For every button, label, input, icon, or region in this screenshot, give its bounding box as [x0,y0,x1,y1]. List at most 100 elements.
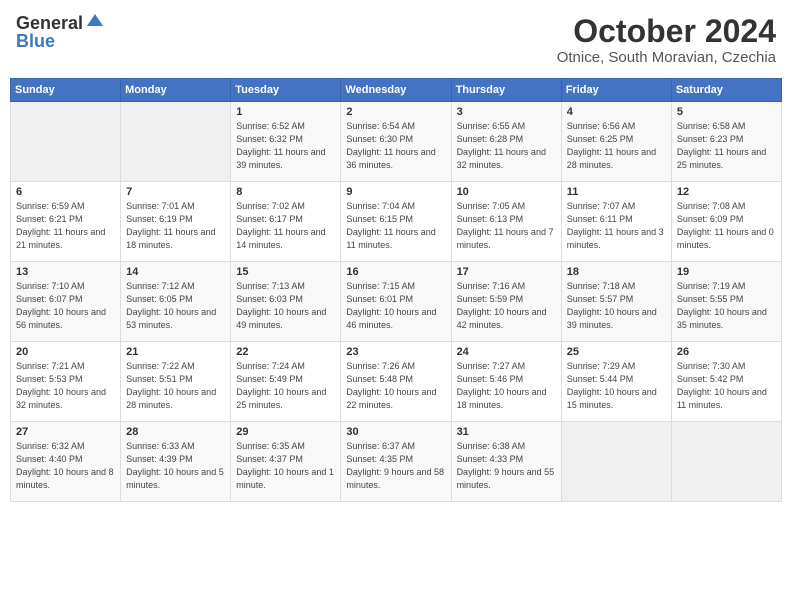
day-info: Sunrise: 7:27 AM Sunset: 5:46 PM Dayligh… [457,360,556,412]
day-info: Sunrise: 6:37 AM Sunset: 4:35 PM Dayligh… [346,440,445,492]
day-number: 19 [677,266,776,278]
day-info: Sunrise: 7:01 AM Sunset: 6:19 PM Dayligh… [126,200,225,252]
day-number: 24 [457,346,556,358]
day-cell: 14 Sunrise: 7:12 AM Sunset: 6:05 PM Dayli… [121,262,231,342]
day-cell: 15 Sunrise: 7:13 AM Sunset: 6:03 PM Dayli… [231,262,341,342]
week-row-0: 1 Sunrise: 6:52 AM Sunset: 6:32 PM Daylig… [11,102,782,182]
logo-general-text: General [16,14,83,32]
day-info: Sunrise: 7:19 AM Sunset: 5:55 PM Dayligh… [677,280,776,332]
day-cell: 1 Sunrise: 6:52 AM Sunset: 6:32 PM Daylig… [231,102,341,182]
day-number: 13 [16,266,115,278]
day-info: Sunrise: 6:38 AM Sunset: 4:33 PM Dayligh… [457,440,556,492]
day-number: 30 [346,426,445,438]
day-number: 25 [567,346,666,358]
day-number: 11 [567,186,666,198]
day-info: Sunrise: 6:55 AM Sunset: 6:28 PM Dayligh… [457,120,556,172]
day-cell: 10 Sunrise: 7:05 AM Sunset: 6:13 PM Dayli… [451,182,561,262]
day-info: Sunrise: 7:21 AM Sunset: 5:53 PM Dayligh… [16,360,115,412]
day-cell: 19 Sunrise: 7:19 AM Sunset: 5:55 PM Dayli… [671,262,781,342]
day-info: Sunrise: 7:12 AM Sunset: 6:05 PM Dayligh… [126,280,225,332]
day-info: Sunrise: 7:24 AM Sunset: 5:49 PM Dayligh… [236,360,335,412]
header-cell-tuesday: Tuesday [231,79,341,102]
day-info: Sunrise: 6:35 AM Sunset: 4:37 PM Dayligh… [236,440,335,492]
day-cell: 12Sunrise: 7:08 AM Sunset: 6:09 PM Dayli… [671,182,781,262]
title-block: October 2024 Otnice, South Moravian, Cze… [557,14,776,66]
week-row-4: 27 Sunrise: 6:32 AM Sunset: 4:40 PM Dayli… [11,422,782,502]
day-number: 31 [457,426,556,438]
day-cell: 17 Sunrise: 7:16 AM Sunset: 5:59 PM Dayli… [451,262,561,342]
day-number: 10 [457,186,556,198]
logo-icon [85,12,105,32]
day-cell: 30 Sunrise: 6:37 AM Sunset: 4:35 PM Dayli… [341,422,451,502]
day-info: Sunrise: 6:58 AM Sunset: 6:23 PM Dayligh… [677,120,776,172]
day-info: Sunrise: 6:56 AM Sunset: 6:25 PM Dayligh… [567,120,666,172]
day-info: Sunrise: 7:04 AM Sunset: 6:15 PM Dayligh… [346,200,445,252]
day-info: Sunrise: 7:26 AM Sunset: 5:48 PM Dayligh… [346,360,445,412]
day-info: Sunrise: 6:52 AM Sunset: 6:32 PM Dayligh… [236,120,335,172]
month-title: October 2024 [557,14,776,49]
day-info: Sunrise: 6:54 AM Sunset: 6:30 PM Dayligh… [346,120,445,172]
day-cell: 20Sunrise: 7:21 AM Sunset: 5:53 PM Dayli… [11,342,121,422]
day-cell: 6 Sunrise: 6:59 AM Sunset: 6:21 PM Daylig… [11,182,121,262]
day-info: Sunrise: 7:29 AM Sunset: 5:44 PM Dayligh… [567,360,666,412]
day-number: 29 [236,426,335,438]
logo: General Blue [16,14,105,50]
day-cell: 26Sunrise: 7:30 AM Sunset: 5:42 PM Dayli… [671,342,781,422]
logo-blue-text: Blue [16,32,55,50]
day-number: 2 [346,106,445,118]
day-cell [671,422,781,502]
day-cell: 21Sunrise: 7:22 AM Sunset: 5:51 PM Dayli… [121,342,231,422]
day-info: Sunrise: 7:18 AM Sunset: 5:57 PM Dayligh… [567,280,666,332]
calendar-body: 1 Sunrise: 6:52 AM Sunset: 6:32 PM Daylig… [11,102,782,502]
day-number: 26 [677,346,776,358]
day-cell [561,422,671,502]
header-cell-saturday: Saturday [671,79,781,102]
day-cell: 27 Sunrise: 6:32 AM Sunset: 4:40 PM Dayli… [11,422,121,502]
day-cell: 9Sunrise: 7:04 AM Sunset: 6:15 PM Daylig… [341,182,451,262]
week-row-1: 6 Sunrise: 6:59 AM Sunset: 6:21 PM Daylig… [11,182,782,262]
day-number: 6 [16,186,115,198]
day-number: 23 [346,346,445,358]
day-number: 15 [236,266,335,278]
day-cell: 11 Sunrise: 7:07 AM Sunset: 6:11 PM Dayli… [561,182,671,262]
day-number: 14 [126,266,225,278]
day-number: 27 [16,426,115,438]
day-info: Sunrise: 7:02 AM Sunset: 6:17 PM Dayligh… [236,200,335,252]
day-cell [11,102,121,182]
day-info: Sunrise: 7:13 AM Sunset: 6:03 PM Dayligh… [236,280,335,332]
header-cell-wednesday: Wednesday [341,79,451,102]
day-cell: 29 Sunrise: 6:35 AM Sunset: 4:37 PM Dayli… [231,422,341,502]
day-info: Sunrise: 7:05 AM Sunset: 6:13 PM Dayligh… [457,200,556,252]
header-row: SundayMondayTuesdayWednesdayThursdayFrid… [11,79,782,102]
day-info: Sunrise: 7:07 AM Sunset: 6:11 PM Dayligh… [567,200,666,252]
day-cell: 28 Sunrise: 6:33 AM Sunset: 4:39 PM Dayli… [121,422,231,502]
location-title: Otnice, South Moravian, Czechia [557,49,776,66]
day-number: 22 [236,346,335,358]
day-cell: 25 Sunrise: 7:29 AM Sunset: 5:44 PM Dayli… [561,342,671,422]
day-number: 5 [677,106,776,118]
day-info: Sunrise: 7:22 AM Sunset: 5:51 PM Dayligh… [126,360,225,412]
day-cell: 24 Sunrise: 7:27 AM Sunset: 5:46 PM Dayli… [451,342,561,422]
day-info: Sunrise: 6:59 AM Sunset: 6:21 PM Dayligh… [16,200,115,252]
day-cell: 23 Sunrise: 7:26 AM Sunset: 5:48 PM Dayli… [341,342,451,422]
day-number: 16 [346,266,445,278]
day-cell: 8Sunrise: 7:02 AM Sunset: 6:17 PM Daylig… [231,182,341,262]
day-number: 28 [126,426,225,438]
day-cell: 31 Sunrise: 6:38 AM Sunset: 4:33 PM Dayli… [451,422,561,502]
day-cell [121,102,231,182]
day-info: Sunrise: 7:16 AM Sunset: 5:59 PM Dayligh… [457,280,556,332]
day-cell: 7 Sunrise: 7:01 AM Sunset: 6:19 PM Daylig… [121,182,231,262]
day-number: 7 [126,186,225,198]
day-cell: 4 Sunrise: 6:56 AM Sunset: 6:25 PM Daylig… [561,102,671,182]
week-row-3: 20Sunrise: 7:21 AM Sunset: 5:53 PM Dayli… [11,342,782,422]
day-info: Sunrise: 6:33 AM Sunset: 4:39 PM Dayligh… [126,440,225,492]
header-cell-friday: Friday [561,79,671,102]
calendar-table: SundayMondayTuesdayWednesdayThursdayFrid… [10,78,782,502]
day-number: 4 [567,106,666,118]
day-info: Sunrise: 6:32 AM Sunset: 4:40 PM Dayligh… [16,440,115,492]
day-number: 1 [236,106,335,118]
day-cell: 16Sunrise: 7:15 AM Sunset: 6:01 PM Dayli… [341,262,451,342]
day-number: 17 [457,266,556,278]
day-info: Sunrise: 7:10 AM Sunset: 6:07 PM Dayligh… [16,280,115,332]
calendar-header: SundayMondayTuesdayWednesdayThursdayFrid… [11,79,782,102]
